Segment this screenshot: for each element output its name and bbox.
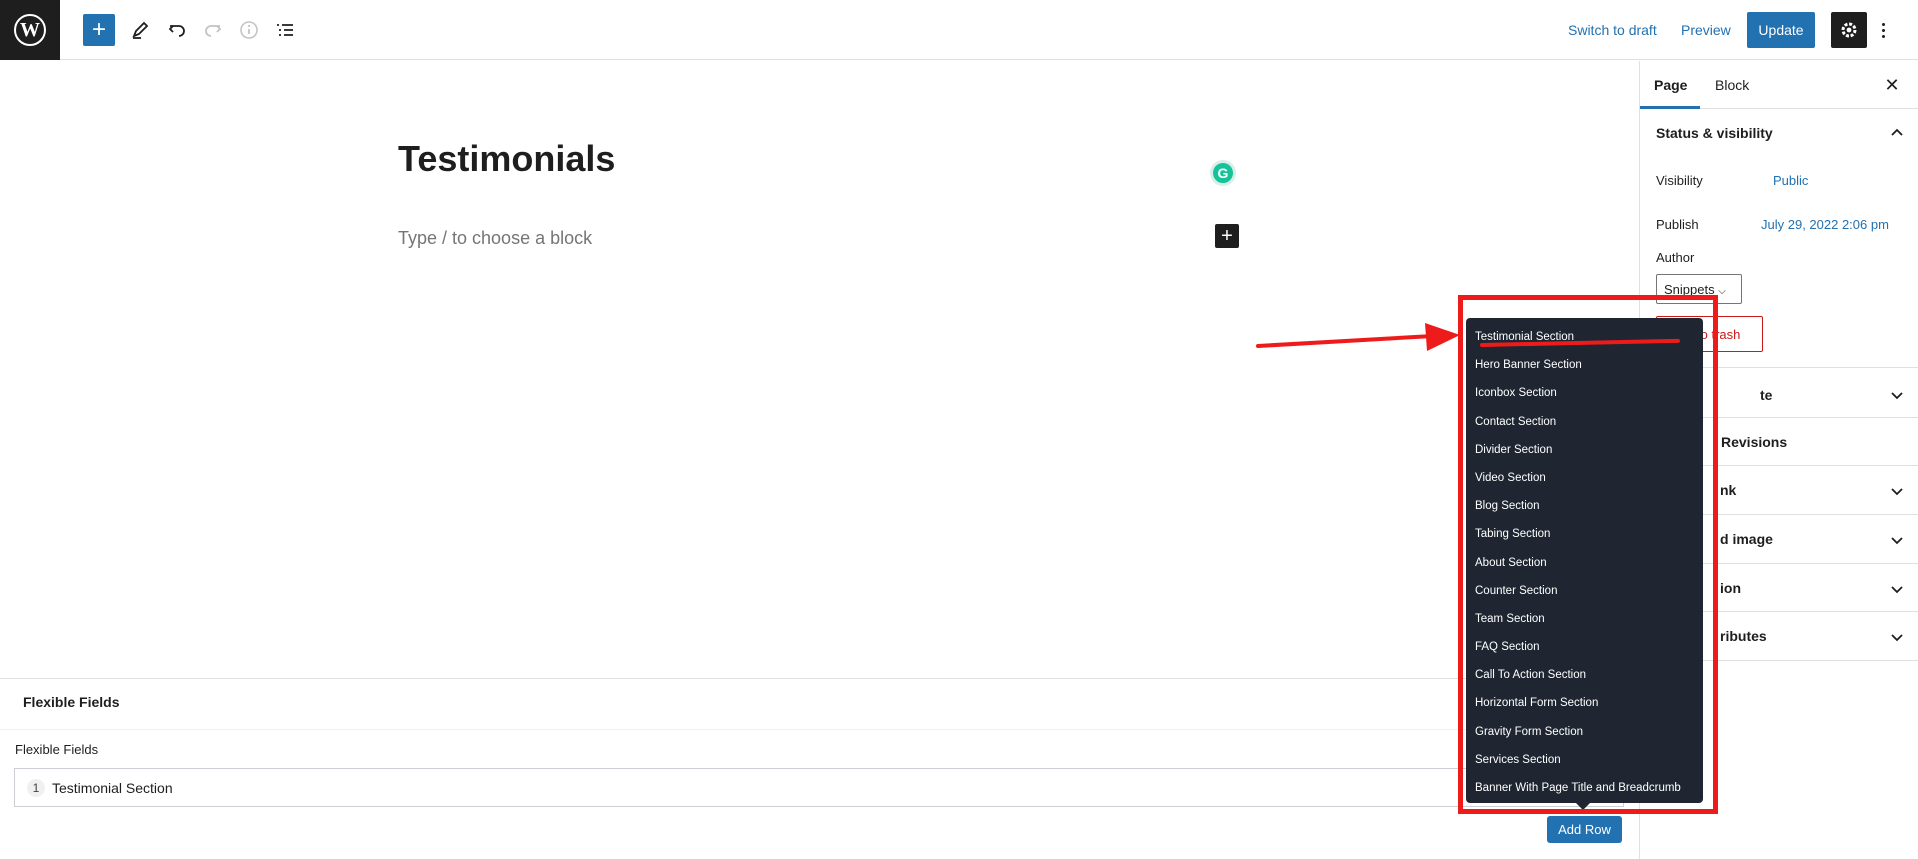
block-add-button[interactable]: +: [1215, 224, 1239, 248]
chevron-down-icon[interactable]: [1890, 484, 1904, 498]
preview-button[interactable]: Preview: [1681, 22, 1731, 38]
tab-page[interactable]: Page: [1654, 77, 1687, 93]
redo-icon: [205, 25, 222, 37]
metabox-heading[interactable]: Flexible Fields: [23, 694, 119, 710]
row-number: 1: [27, 779, 45, 797]
gear-icon: [1841, 22, 1857, 38]
pencil-icon: [132, 21, 149, 39]
chevron-down-icon[interactable]: [1890, 630, 1904, 644]
sidebar-tabs: Page Block ✕: [1640, 61, 1918, 109]
field-label: Flexible Fields: [15, 742, 99, 757]
grammarly-icon[interactable]: G: [1210, 160, 1236, 186]
tab-block[interactable]: Block: [1715, 77, 1749, 93]
chevron-down-icon[interactable]: [1890, 388, 1904, 402]
close-icon[interactable]: ✕: [1878, 71, 1906, 99]
more-vertical-icon[interactable]: [1877, 16, 1889, 44]
chevron-down-icon[interactable]: [1890, 533, 1904, 547]
flexible-layout-row[interactable]: 1 Testimonial Section: [14, 768, 1624, 807]
panel-revisions[interactable]: Revisions: [1721, 434, 1787, 450]
panel-page-attributes[interactable]: ributes: [1720, 628, 1767, 644]
visibility-value[interactable]: Public: [1773, 173, 1808, 188]
wordpress-logo-icon[interactable]: W: [0, 0, 60, 60]
chevron-down-icon: ⌵: [1718, 286, 1726, 297]
details-button[interactable]: [233, 14, 265, 46]
undo-button[interactable]: [161, 14, 193, 46]
block-inserter-button[interactable]: +: [83, 14, 115, 46]
annotation-highlight-box: [1458, 295, 1718, 814]
author-label: Author: [1656, 250, 1695, 265]
plus-icon: +: [91, 16, 106, 43]
post-title[interactable]: Testimonials: [398, 138, 615, 180]
chevron-up-icon[interactable]: [1890, 126, 1904, 140]
info-icon: [240, 21, 258, 39]
panel-template[interactable]: te: [1760, 387, 1772, 403]
list-view-icon: [277, 24, 293, 36]
publish-label: Publish: [1656, 217, 1699, 232]
add-row-button[interactable]: Add Row: [1547, 816, 1622, 843]
editor-toolbar: W + Switch to draft Preview Update: [0, 0, 1918, 60]
block-placeholder[interactable]: Type / to choose a block: [398, 228, 592, 249]
active-tab-indicator: [1640, 106, 1700, 109]
publish-date[interactable]: July 29, 2022 2:06 pm: [1761, 217, 1889, 232]
flexible-fields-metabox: Flexible Fields Flexible Fields 1 Testim…: [0, 678, 1639, 859]
undo-icon: [168, 25, 185, 37]
redo-button[interactable]: [197, 14, 229, 46]
panel-discussion[interactable]: ion: [1720, 580, 1741, 596]
row-label: Testimonial Section: [52, 780, 173, 796]
visibility-label: Visibility: [1656, 173, 1703, 188]
panel-permalink[interactable]: nk: [1720, 482, 1736, 498]
list-view-button[interactable]: [269, 14, 301, 46]
panel-status-visibility[interactable]: Status & visibility: [1656, 125, 1773, 141]
switch-to-draft-button[interactable]: Switch to draft: [1568, 22, 1657, 38]
metabox-divider: [0, 729, 1639, 730]
panel-featured-image[interactable]: d image: [1720, 531, 1773, 547]
plus-icon: +: [1221, 225, 1233, 247]
edit-mode-button[interactable]: [124, 14, 156, 46]
settings-button[interactable]: [1831, 12, 1867, 48]
chevron-down-icon[interactable]: [1890, 582, 1904, 596]
annotation-arrow-icon: [1256, 323, 1460, 351]
update-button[interactable]: Update: [1747, 12, 1815, 48]
